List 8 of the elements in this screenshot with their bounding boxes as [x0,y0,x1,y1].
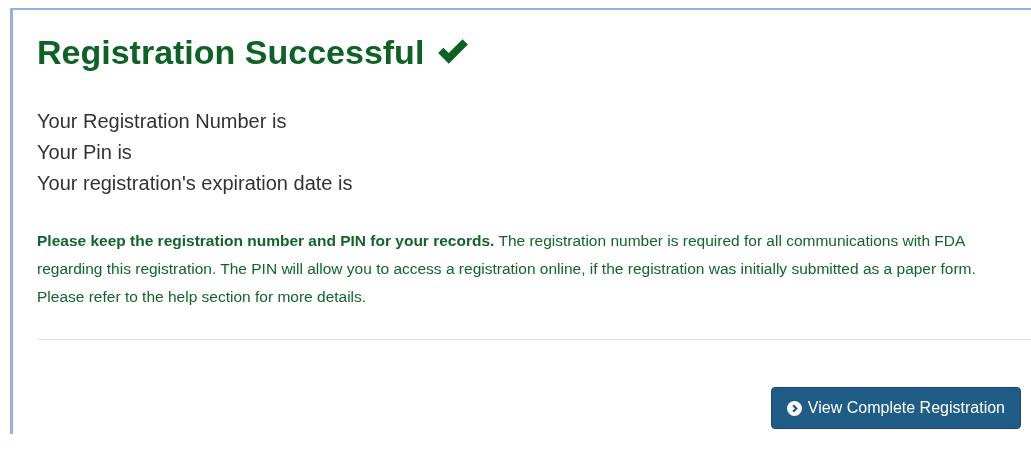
view-registration-button[interactable]: View Complete Registration [770,387,1021,429]
info-text: Your Registration Number is [37,109,288,134]
page-title: Registration Successful [37,32,425,73]
checkmark-icon [436,38,471,66]
chevron-circle-icon [786,400,802,416]
info-text: Your registration's expiration date is [37,171,354,196]
notice-text: Please keep the registration number and PIN for your records. The registration number is required for all communications with FDA regarding this registration. The PIN will allow you to access a registration online, if the registration was initially submitted as a paper form. Please refer to the help section for more details. [37,231,977,307]
info-text: Your Pin is [37,140,133,165]
